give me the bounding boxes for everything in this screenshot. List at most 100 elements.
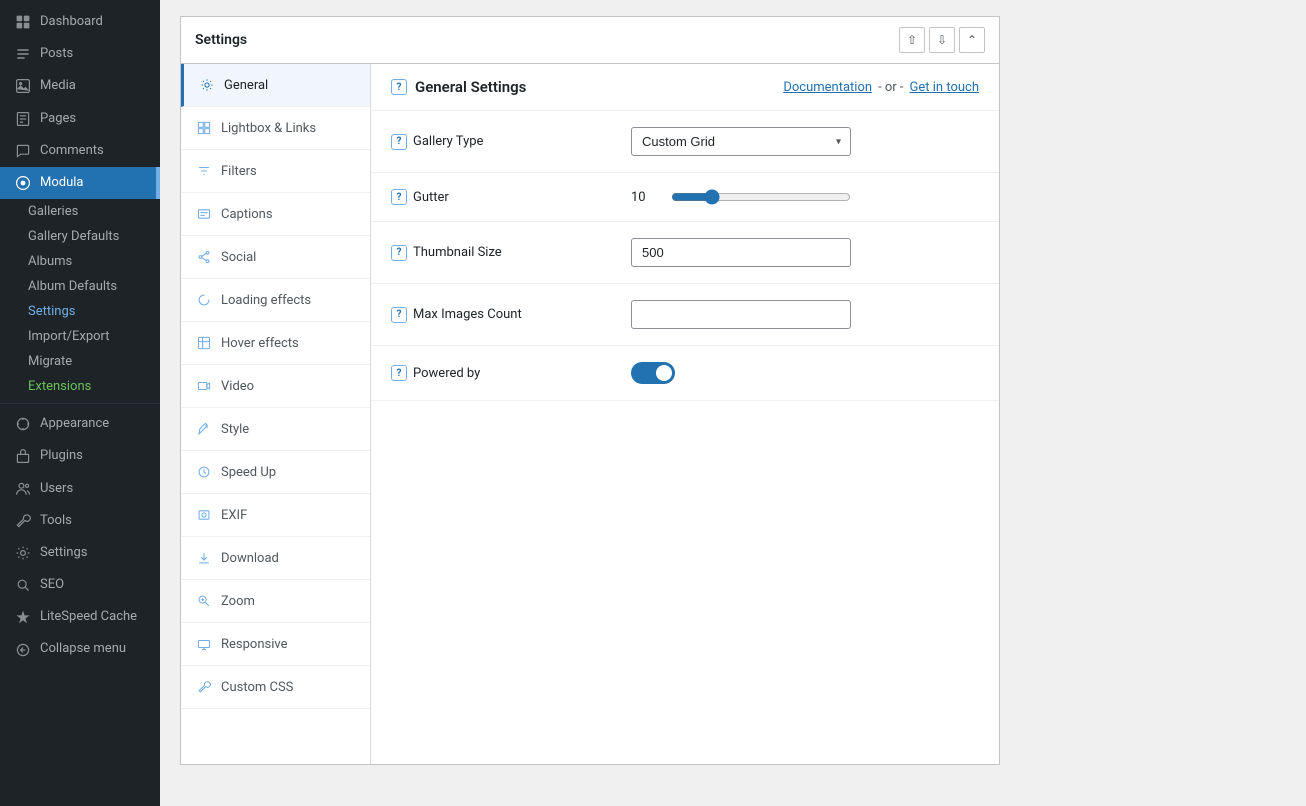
header-up-button[interactable]: ⇧ bbox=[899, 27, 925, 53]
field-powered-by: ? Powered by bbox=[371, 346, 999, 401]
sidebar-sub-migrate[interactable]: Migrate bbox=[0, 349, 160, 374]
sidebar-item-label: LiteSpeed Cache bbox=[40, 608, 137, 626]
field-label-wrap: ? Gutter bbox=[391, 189, 611, 205]
zoom-icon bbox=[195, 592, 213, 610]
header-collapse-button[interactable]: ⌃ bbox=[959, 27, 985, 53]
nav-item-style[interactable]: Style bbox=[181, 408, 370, 451]
gallery-type-select-wrap: Custom Grid Masonry Slider Slideshow ▾ bbox=[631, 127, 851, 156]
sidebar-item-users[interactable]: Users bbox=[0, 473, 160, 505]
gutter-slider[interactable] bbox=[671, 189, 851, 205]
field-gutter: ? Gutter 10 bbox=[371, 173, 999, 222]
section-help-badge[interactable]: ? bbox=[391, 79, 407, 95]
sidebar-sub-import-export[interactable]: Import/Export bbox=[0, 324, 160, 349]
nav-item-label: Filters bbox=[221, 164, 257, 179]
nav-item-lightbox[interactable]: Lightbox & Links bbox=[181, 107, 370, 150]
nav-item-hover[interactable]: Hover effects bbox=[181, 322, 370, 365]
field-label-wrap: ? Powered by bbox=[391, 365, 611, 381]
dashboard-icon bbox=[14, 13, 32, 31]
nav-item-social[interactable]: Social bbox=[181, 236, 370, 279]
max-images-control bbox=[631, 300, 979, 329]
sidebar-item-label: Appearance bbox=[40, 415, 109, 433]
sidebar-sub-settings[interactable]: Settings bbox=[0, 299, 160, 324]
nav-item-loading[interactable]: Loading effects bbox=[181, 279, 370, 322]
sidebar-sub-extensions[interactable]: Extensions bbox=[0, 374, 160, 399]
sidebar-item-litespeed[interactable]: LiteSpeed Cache bbox=[0, 601, 160, 633]
sidebar-item-posts[interactable]: Posts bbox=[0, 38, 160, 70]
nav-item-zoom[interactable]: Zoom bbox=[181, 580, 370, 623]
comments-icon bbox=[14, 142, 32, 160]
sidebar-item-label: Posts bbox=[40, 45, 73, 63]
sidebar: Dashboard Posts Media Pages Comments bbox=[0, 0, 160, 806]
nav-item-captions[interactable]: Captions bbox=[181, 193, 370, 236]
sidebar-item-plugins[interactable]: Plugins bbox=[0, 440, 160, 472]
max-images-input[interactable] bbox=[631, 300, 851, 329]
nav-item-speedup[interactable]: Speed Up bbox=[181, 451, 370, 494]
nav-item-responsive[interactable]: Responsive bbox=[181, 623, 370, 666]
gallery-type-select[interactable]: Custom Grid Masonry Slider Slideshow bbox=[631, 127, 851, 156]
nav-item-filters[interactable]: Filters bbox=[181, 150, 370, 193]
sidebar-sub-galleries[interactable]: Galleries bbox=[0, 199, 160, 224]
nav-item-label: Style bbox=[221, 422, 249, 437]
documentation-link[interactable]: Documentation bbox=[783, 80, 872, 95]
header-down-button[interactable]: ⇩ bbox=[929, 27, 955, 53]
sidebar-item-media[interactable]: Media bbox=[0, 70, 160, 102]
social-icon bbox=[195, 248, 213, 266]
field-thumbnail-size: ? Thumbnail Size bbox=[371, 222, 999, 284]
nav-item-general[interactable]: General bbox=[181, 64, 370, 107]
sidebar-item-modula[interactable]: Modula bbox=[0, 167, 160, 199]
sidebar-sub-album-defaults[interactable]: Album Defaults bbox=[0, 274, 160, 299]
sidebar-sub-albums[interactable]: Albums bbox=[0, 249, 160, 274]
grid-icon bbox=[195, 119, 213, 137]
field-help-powered-by[interactable]: ? bbox=[391, 365, 407, 381]
tools-icon bbox=[14, 512, 32, 530]
pages-icon bbox=[14, 110, 32, 128]
powered-by-control bbox=[631, 362, 979, 384]
settings-icon bbox=[14, 544, 32, 562]
field-max-images: ? Max Images Count bbox=[371, 284, 999, 346]
powered-by-toggle[interactable] bbox=[631, 362, 675, 384]
nav-item-label: Social bbox=[221, 250, 256, 265]
sidebar-item-appearance[interactable]: Appearance bbox=[0, 408, 160, 440]
gutter-control: 10 bbox=[631, 189, 979, 205]
style-icon bbox=[195, 420, 213, 438]
nav-item-exif[interactable]: EXIF bbox=[181, 494, 370, 537]
nav-item-label: Zoom bbox=[221, 594, 255, 609]
posts-icon bbox=[14, 45, 32, 63]
nav-item-label: Speed Up bbox=[221, 465, 276, 480]
field-help-thumbnail[interactable]: ? bbox=[391, 245, 407, 261]
field-help-gallery-type[interactable]: ? bbox=[391, 134, 407, 150]
gutter-value: 10 bbox=[631, 190, 661, 205]
field-label-wrap: ? Gallery Type bbox=[391, 134, 611, 150]
field-help-max-images[interactable]: ? bbox=[391, 307, 407, 323]
nav-item-customcss[interactable]: Custom CSS bbox=[181, 666, 370, 709]
sidebar-item-dashboard[interactable]: Dashboard bbox=[0, 6, 160, 38]
settings-panel-title: Settings bbox=[195, 32, 247, 48]
contact-link[interactable]: Get in touch bbox=[910, 80, 979, 95]
exif-icon bbox=[195, 506, 213, 524]
nav-item-label: Loading effects bbox=[221, 293, 311, 308]
sidebar-item-label: Media bbox=[40, 77, 76, 95]
field-label: Gutter bbox=[413, 190, 449, 205]
or-text: - or - bbox=[878, 80, 903, 95]
sidebar-item-collapse[interactable]: Collapse menu bbox=[0, 633, 160, 665]
responsive-icon bbox=[195, 635, 213, 653]
thumbnail-size-input[interactable] bbox=[631, 238, 851, 267]
hover-icon bbox=[195, 334, 213, 352]
section-header: ? General Settings Documentation - or - … bbox=[371, 64, 999, 111]
nav-item-label: Custom CSS bbox=[221, 680, 293, 695]
sidebar-item-comments[interactable]: Comments bbox=[0, 135, 160, 167]
loading-icon bbox=[195, 291, 213, 309]
nav-item-video[interactable]: Video bbox=[181, 365, 370, 408]
download-icon bbox=[195, 549, 213, 567]
sidebar-item-seo[interactable]: SEO bbox=[0, 569, 160, 601]
sidebar-item-label: Collapse menu bbox=[40, 640, 126, 658]
main-content: Settings ⇧ ⇩ ⌃ General bbox=[160, 0, 1306, 806]
field-help-gutter[interactable]: ? bbox=[391, 189, 407, 205]
sidebar-item-wp-settings[interactable]: Settings bbox=[0, 537, 160, 569]
sidebar-sub-gallery-defaults[interactable]: Gallery Defaults bbox=[0, 224, 160, 249]
sidebar-item-tools[interactable]: Tools bbox=[0, 505, 160, 537]
sidebar-item-pages[interactable]: Pages bbox=[0, 103, 160, 135]
filter-icon bbox=[195, 162, 213, 180]
seo-icon bbox=[14, 576, 32, 594]
nav-item-download[interactable]: Download bbox=[181, 537, 370, 580]
